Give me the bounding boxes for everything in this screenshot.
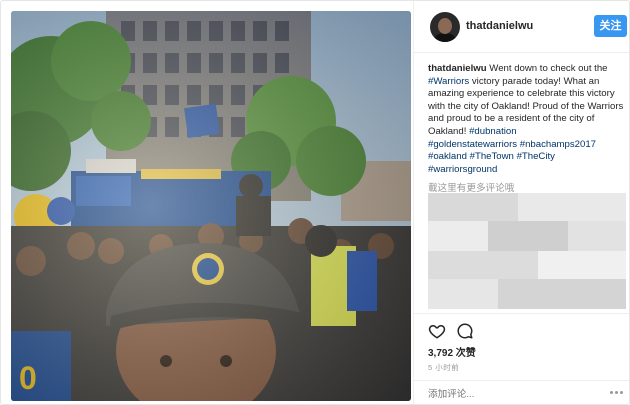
follow-button[interactable]: 关注 bbox=[594, 15, 627, 37]
blurred-block bbox=[498, 279, 626, 309]
hashtag-dubnation[interactable]: #dubnation bbox=[469, 126, 516, 137]
post-container: 0 thatdanielwu 关注 thatdanielwu Went down… bbox=[0, 0, 630, 405]
caption-text-1: Went down to check out the bbox=[486, 63, 608, 74]
comment-icon[interactable] bbox=[456, 322, 474, 340]
more-options-icon[interactable] bbox=[610, 390, 624, 396]
heart-icon[interactable] bbox=[428, 322, 446, 340]
username-link[interactable]: thatdanielwu bbox=[466, 20, 533, 32]
avatar-body-shape bbox=[434, 33, 456, 42]
post-actions: 3,792 次赞 5 小时前 bbox=[414, 313, 629, 404]
hashtag-thecity[interactable]: #TheCity bbox=[517, 151, 555, 162]
post-timestamp[interactable]: 5 小时前 bbox=[428, 362, 459, 373]
blurred-block bbox=[428, 221, 488, 251]
hashtag-warriorsground[interactable]: #warriorsground bbox=[428, 164, 497, 175]
blurred-block bbox=[488, 221, 568, 251]
hashtag-goldenstatewarriors[interactable]: #goldenstatewarriors bbox=[428, 139, 517, 150]
hashtag-nbachamps2017[interactable]: #nbachamps2017 bbox=[520, 139, 596, 150]
blurred-block bbox=[538, 251, 626, 279]
parade-selfie-image: 0 bbox=[11, 11, 411, 401]
blurred-comments-area bbox=[428, 193, 626, 309]
post-photo[interactable]: 0 bbox=[11, 11, 411, 401]
avatar[interactable] bbox=[430, 12, 460, 42]
comment-input[interactable] bbox=[428, 387, 608, 401]
post-side-panel: thatdanielwu 关注 thatdanielwu Went down t… bbox=[413, 1, 629, 404]
post-header: thatdanielwu 关注 bbox=[414, 1, 629, 53]
caption-username[interactable]: thatdanielwu bbox=[428, 63, 487, 74]
post-caption: thatdanielwu Went down to check out the … bbox=[428, 63, 628, 176]
hashtag-oakland[interactable]: #oakland bbox=[428, 151, 467, 162]
comment-bar bbox=[414, 380, 629, 404]
hashtag-warriors[interactable]: #Warriors bbox=[428, 76, 469, 87]
more-comments-link[interactable]: 載这里有更多评论哦 bbox=[428, 180, 514, 194]
blurred-block bbox=[428, 193, 518, 221]
likes-count[interactable]: 3,792 次赞 bbox=[428, 344, 476, 359]
hashtag-thetown[interactable]: #TheTown bbox=[470, 151, 514, 162]
blurred-block bbox=[428, 279, 498, 309]
avatar-face-shape bbox=[438, 18, 452, 34]
blurred-block bbox=[518, 193, 626, 221]
blurred-block bbox=[568, 221, 626, 251]
blurred-block bbox=[428, 251, 538, 279]
